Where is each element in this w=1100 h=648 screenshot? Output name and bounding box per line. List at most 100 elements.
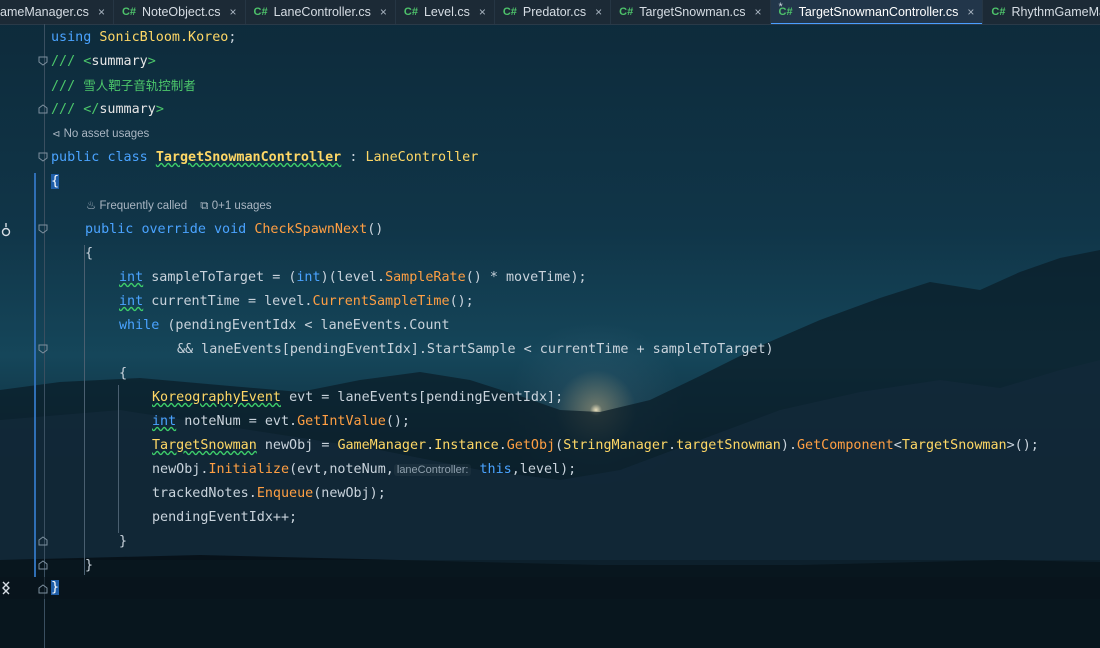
keyword: while [119,318,160,333]
flame-icon: ♨ [86,200,97,212]
code-line-20[interactable]: } [119,532,127,552]
usages-label[interactable]: 0+1 usages [212,200,272,212]
close-icon[interactable]: × [230,5,237,19]
punctuation: . [668,438,677,453]
keyword: class [107,150,148,165]
csharp-file-icon: C# [991,6,1006,18]
object-ref: trackedNotes. [152,486,257,501]
object-ref: level. [264,294,313,309]
comment-slashes: /// [51,79,76,94]
method-call: GetComponent [797,438,894,453]
fold-icon[interactable] [38,56,48,66]
tab-targetsnowman[interactable]: C# TargetSnowman.cs × [611,0,771,24]
codevision-hints[interactable]: ♨ Frequently called ⧉ 0+1 usages [86,198,272,214]
tab-label: LaneController.cs [273,5,371,19]
statement: pendingEventIdx++; [152,510,298,525]
usages-icon: ⧉ [200,200,209,212]
tab-level[interactable]: C# Level.cs × [396,0,495,24]
expression: () * moveTime); [465,270,587,285]
override-marker-icon[interactable] [0,223,12,241]
fold-icon[interactable] [38,536,48,546]
fold-icon[interactable] [38,344,48,354]
keyword: public [51,150,100,165]
hierarchy-marker-icon[interactable] [0,580,12,600]
close-icon[interactable]: × [98,5,105,19]
code-line-16[interactable]: TargetSnowman newObj = GameManager.Insta… [152,436,1039,456]
code-line-21[interactable]: } [85,556,93,576]
tab-rhythmgamemanager[interactable]: C# RhythmGameManager.cs × [983,0,1100,24]
code-line-8[interactable]: { [85,244,93,264]
tab-gamemanager[interactable]: ameManager.cs × [0,0,114,24]
code-line-1[interactable]: using SonicBloom.Koreo; [51,28,236,48]
csharp-file-icon: C# [121,6,137,18]
close-icon[interactable]: × [380,5,387,19]
keyword: public [85,222,134,237]
code-line-11[interactable]: while (pendingEventIdx < laneEvents.Coun… [119,316,450,336]
code-line-13[interactable]: { [119,364,127,384]
close-icon[interactable]: × [595,5,602,19]
code-line-10[interactable]: int currentTime = level.CurrentSampleTim… [119,292,474,312]
code-line-3[interactable]: /// 雪人靶子音轨控制者 [51,76,196,96]
keyword: override [141,222,206,237]
code-line-14[interactable]: KoreographyEvent evt = laneEvents[pendin… [152,388,563,408]
brace: { [85,246,94,261]
object-ref: evt. [264,414,298,429]
expression: evt = laneEvents[pendingEventIdx]; [289,390,564,405]
code-line-15[interactable]: int noteNum = evt.GetIntValue(); [152,412,410,432]
method-call: Initialize [208,462,290,477]
punctuation: . [426,438,435,453]
brace: { [119,366,128,381]
punctuation: () [367,222,384,237]
punctuation: ; [228,30,237,45]
operator: = [272,270,281,285]
asset-usages-hint[interactable]: ⊲ No asset usages [52,126,149,142]
punctuation: ) [780,438,789,453]
fold-icon[interactable] [38,104,48,114]
code-line-4[interactable]: /// </summary> [51,100,164,120]
type: int [119,270,144,285]
brace-match: { [51,174,60,189]
code-line-12[interactable]: && laneEvents[pendingEventIdx].StartSamp… [177,340,774,360]
object-ref: level. [336,270,386,285]
fold-icon[interactable] [38,584,48,594]
code-line-18[interactable]: trackedNotes.Enqueue(newObj); [152,484,386,504]
punctuation: < [893,438,902,453]
comment-slashes: /// [51,54,76,69]
code-line-7[interactable]: public override void CheckSpawnNext() [85,220,383,240]
base-class: LaneController [365,150,479,165]
link-icon: ⊲ [52,129,61,140]
brace: } [85,558,94,573]
class-name: TargetSnowmanController [155,150,342,165]
punctuation: )( [320,270,337,285]
code-line-2[interactable]: /// <summary> [51,52,156,72]
fold-icon[interactable] [38,152,48,162]
fold-icon[interactable] [38,560,48,570]
tab-noteobject[interactable]: C# NoteObject.cs × [114,0,246,24]
code-line-6[interactable]: { [51,172,60,192]
object-ref: newObj. [152,462,209,477]
expression: && laneEvents[pendingEventIdx].StartSamp… [177,342,774,357]
variable: currentTime [151,294,240,309]
code-line-22[interactable]: } [51,578,60,598]
close-icon[interactable]: × [479,5,486,19]
code-line-5[interactable]: public class TargetSnowmanController : L… [51,148,478,168]
arguments: (evt,noteNum, [289,462,394,477]
arguments: (newObj); [313,486,386,501]
tab-targetsnowmancontroller[interactable]: * C# TargetSnowmanController.cs × [770,0,984,24]
method-call: CurrentSampleTime [312,294,450,309]
close-icon[interactable]: × [967,5,974,19]
tab-lanecontroller[interactable]: C# LaneController.cs × [246,0,396,24]
fold-icon[interactable] [38,224,48,234]
punctuation: ( [555,438,564,453]
brace: } [119,534,128,549]
tab-predator[interactable]: C# Predator.cs × [495,0,612,24]
code-line-9[interactable]: int sampleToTarget = (int)(level.SampleR… [119,268,587,288]
code-line-19[interactable]: pendingEventIdx++; [152,508,297,528]
code-line-17[interactable]: newObj.Initialize(evt,noteNum, laneContro… [152,460,576,480]
asset-usages-label: No asset usages [63,128,150,140]
variable: noteNum [184,414,241,429]
current-line-highlight [0,577,1100,599]
csharp-file-icon: C# [403,6,418,18]
close-icon[interactable]: × [755,5,762,19]
brace-match: } [51,580,60,595]
